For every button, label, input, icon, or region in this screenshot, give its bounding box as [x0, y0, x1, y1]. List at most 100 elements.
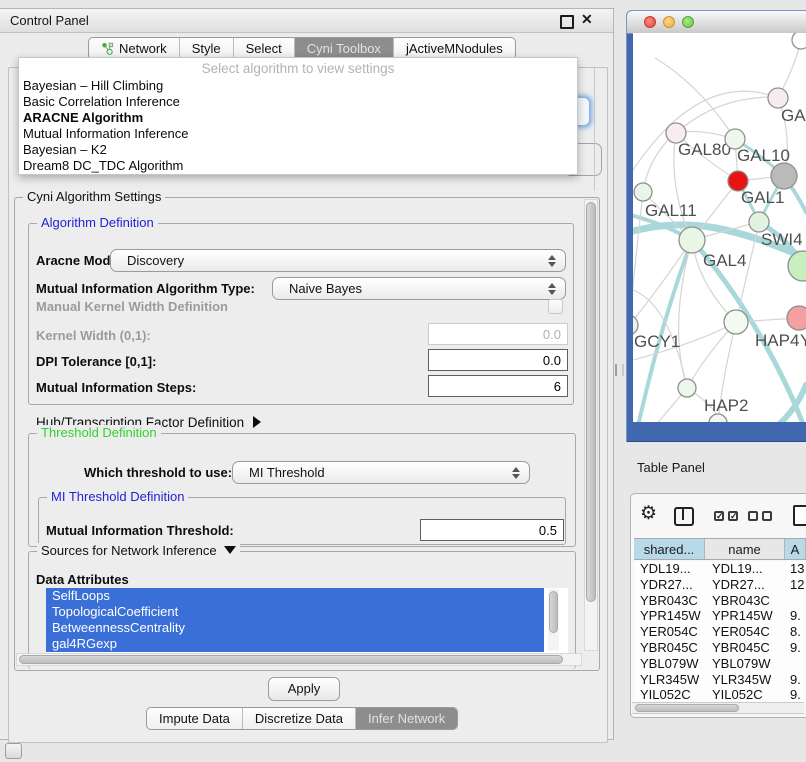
dpi-tolerance-label: DPI Tolerance [0,1]: [36, 354, 156, 369]
tab-impute-data[interactable]: Impute Data [147, 708, 242, 729]
node-label: GAL80 [678, 140, 731, 159]
dpi-tolerance-input[interactable] [428, 349, 568, 371]
algorithm-option-bayesian-hill-climbing[interactable]: Bayesian – Hill Climbing [19, 78, 577, 94]
network-window[interactable]: GALGAL80GAL10GAL1GAL11SWI4GAL4GCY1HAP4YH… [626, 10, 806, 442]
settings-vertical-scrollbar[interactable] [584, 199, 598, 651]
node-label: HAP2 [704, 396, 748, 415]
settings-horizontal-scrollbar[interactable] [16, 653, 582, 666]
tab-discretize-data[interactable]: Discretize Data [242, 708, 355, 729]
minimize-window-icon[interactable] [663, 16, 675, 28]
deselect-all-columns-icon[interactable] [748, 511, 772, 521]
tab-network[interactable]: Network [89, 38, 179, 59]
table-cell: 13 [785, 561, 806, 577]
expanded-arrow-icon[interactable] [224, 546, 236, 554]
network-window-titlebar[interactable] [627, 11, 806, 34]
settings-group-title: Cyni Algorithm Settings [23, 189, 165, 204]
tab-cyni-toolbox[interactable]: Cyni Toolbox [294, 38, 393, 59]
algorithm-option-dream8-dc-tdc-algorithm[interactable]: Dream8 DC_TDC Algorithm [19, 158, 577, 174]
combo-stepper-icon [548, 283, 556, 295]
manual-kernel-label: Manual Kernel Width Definition [36, 299, 228, 314]
column-header-shared[interactable]: shared... [634, 539, 705, 559]
mi-threshold-label: Mutual Information Threshold: [46, 523, 234, 538]
table-row[interactable]: YER054CYER054C8. [634, 624, 806, 640]
network-node-gal11[interactable] [634, 183, 652, 201]
table-cell: 9. [785, 608, 806, 624]
which-threshold-value: MI Threshold [249, 465, 325, 480]
network-node-swi4[interactable] [749, 212, 769, 232]
attribute-item-selfloops[interactable]: SelfLoops [46, 588, 544, 604]
network-node-gal4[interactable] [679, 227, 705, 253]
table-row[interactable]: YLR345WYLR345W9. [634, 672, 806, 688]
tab-jactivemnodules[interactable]: jActiveMNodules [393, 38, 515, 59]
algorithm-option-basic-correlation-inference[interactable]: Basic Correlation Inference [19, 94, 577, 110]
apply-button[interactable]: Apply [268, 677, 340, 701]
control-panel-titlebar: Control Panel ✕ [0, 9, 613, 33]
tab-infer-network[interactable]: Infer Network [355, 708, 457, 729]
table-row[interactable]: YPR145WYPR145W9. [634, 608, 806, 624]
threshold-definition-title: Threshold Definition [37, 425, 161, 440]
float-panel-icon[interactable] [560, 15, 574, 29]
tab-select[interactable]: Select [233, 38, 294, 59]
algorithm-option-bayesian-k2[interactable]: Bayesian – K2 [19, 142, 577, 158]
manual-kernel-checkbox[interactable] [548, 299, 563, 314]
kernel-width-input[interactable] [428, 323, 568, 345]
tab-label: Impute Data [159, 711, 230, 726]
gear-icon[interactable]: ⚙ [640, 504, 657, 524]
zoom-window-icon[interactable] [682, 16, 694, 28]
which-threshold-combo[interactable]: MI Threshold [232, 461, 530, 484]
close-panel-icon[interactable]: ✕ [581, 11, 593, 28]
table-row[interactable]: YBL079WYBL079W [634, 656, 806, 672]
collapsed-panel-icon[interactable] [5, 743, 22, 759]
attribute-item-topologicalcoefficient[interactable]: TopologicalCoefficient [46, 604, 544, 620]
network-node[interactable] [709, 414, 727, 422]
network-graph: GALGAL80GAL10GAL1GAL11SWI4GAL4GCY1HAP4YH… [633, 33, 806, 422]
columns-icon[interactable] [674, 507, 694, 526]
table-cell: 9. [785, 672, 806, 688]
mi-threshold-input[interactable] [420, 519, 564, 541]
attribute-item-betweennesscentrality[interactable]: BetweennessCentrality [46, 620, 544, 636]
select-all-columns-icon[interactable]: ✓✓ [714, 511, 738, 521]
panel-divider-grip[interactable] [615, 364, 624, 376]
table-row[interactable]: YBR043CYBR043C [634, 593, 806, 609]
attributes-scrollbar[interactable] [548, 589, 559, 651]
table-function-icon[interactable] [793, 505, 806, 526]
table-cell: YDR27... [634, 577, 705, 593]
algorithm-option-mutual-information-inference[interactable]: Mutual Information Inference [19, 126, 577, 142]
node-label: GAL [781, 106, 806, 125]
collapsed-arrow-icon [253, 416, 261, 428]
mi-type-combo[interactable]: Naive Bayes [272, 277, 566, 300]
node-label: SWI4 [761, 230, 803, 249]
node-label: Y [800, 331, 806, 350]
table-row[interactable]: YBR045CYBR045C9. [634, 640, 806, 656]
tab-style[interactable]: Style [179, 38, 233, 59]
column-header-a[interactable]: A [785, 539, 806, 559]
mi-steps-input[interactable] [428, 375, 568, 397]
table-cell: 9. [785, 687, 806, 702]
table-row[interactable]: YIL052CYIL052C9. [634, 687, 806, 702]
data-attributes-list: SelfLoopsTopologicalCoefficientBetweenne… [46, 588, 568, 653]
table-body: YDL19...YDL19...13YDR27...YDR27...12YBR0… [634, 561, 806, 702]
network-node-hap2[interactable] [678, 379, 696, 397]
aracne-mode-combo[interactable]: Discovery [110, 249, 566, 272]
sources-group-title: Sources for Network Inference [37, 543, 240, 558]
node-label: GAL4 [703, 251, 746, 270]
network-node[interactable] [771, 163, 797, 189]
table-row[interactable]: YDR27...YDR27...12 [634, 577, 806, 593]
table-cell: YPR145W [634, 608, 705, 624]
algorithm-option-aracne-algorithm[interactable]: ARACNE Algorithm [19, 110, 577, 126]
table-row[interactable]: YDL19...YDL19...13 [634, 561, 806, 577]
network-canvas[interactable]: GALGAL80GAL10GAL1GAL11SWI4GAL4GCY1HAP4YH… [633, 33, 806, 422]
network-node-y[interactable] [787, 306, 806, 330]
network-node[interactable] [792, 33, 806, 49]
attribute-item-gal4rgexp[interactable]: gal4RGexp [46, 636, 544, 652]
close-window-icon[interactable] [644, 16, 656, 28]
node-label: GAL10 [737, 146, 790, 165]
tab-label: Style [192, 41, 221, 56]
table-cell: YBL079W [634, 656, 705, 672]
table-horizontal-scrollbar[interactable] [632, 702, 804, 714]
network-node[interactable] [788, 251, 806, 281]
network-node-gal[interactable] [768, 88, 788, 108]
network-node-hap4[interactable] [724, 310, 748, 334]
column-header-name[interactable]: name [705, 539, 785, 559]
tab-label: Cyni Toolbox [307, 41, 381, 56]
